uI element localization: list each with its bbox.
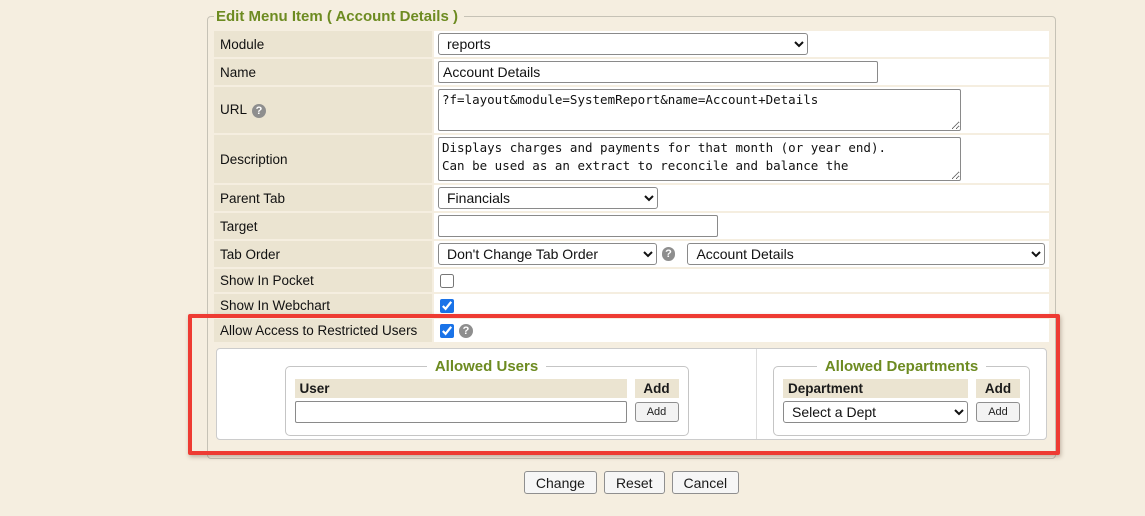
department-column-header: Department (783, 379, 968, 398)
allowed-departments-fieldset: Allowed Departments Department Add Selec… (773, 358, 1030, 436)
module-label: Module (214, 31, 432, 57)
tab-order-label: Tab Order (214, 241, 432, 267)
target-field[interactable] (438, 215, 718, 237)
allow-restricted-checkbox[interactable] (440, 324, 454, 338)
allow-restricted-help-icon[interactable]: ? (459, 324, 473, 338)
description-field[interactable]: Displays charges and payments for that m… (438, 137, 961, 181)
department-add-column-header: Add (976, 379, 1020, 398)
tab-order-select[interactable]: Don't Change Tab Order (438, 243, 657, 265)
allowed-users-input-row: Add (295, 401, 679, 423)
url-field[interactable]: ?f=layout&module=SystemReport&name=Accou… (438, 89, 961, 131)
user-search-field[interactable] (295, 401, 627, 423)
name-field[interactable] (438, 61, 878, 83)
allowed-departments-input-row: Select a Dept Add (783, 401, 1020, 423)
cancel-button[interactable]: Cancel (672, 471, 740, 494)
target-row: Target (214, 213, 1049, 239)
allow-restricted-label: Allow Access to Restricted Users (214, 319, 432, 342)
url-row: URL? ?f=layout&module=SystemReport&name=… (214, 87, 1049, 133)
allowed-access-row: Allowed Users User Add Add (214, 344, 1049, 442)
tab-order-help-icon[interactable]: ? (662, 247, 676, 261)
parent-tab-label: Parent Tab (214, 185, 432, 211)
show-in-pocket-row: Show In Pocket (214, 269, 1049, 292)
allowed-departments-cell: Allowed Departments Department Add Selec… (757, 349, 1046, 439)
module-row: Module reports (214, 31, 1049, 57)
url-label: URL (220, 102, 247, 117)
add-department-button[interactable]: Add (976, 402, 1020, 422)
change-button[interactable]: Change (524, 471, 597, 494)
allowed-users-fieldset: Allowed Users User Add Add (285, 358, 689, 436)
allowed-access-container: Allowed Users User Add Add (216, 348, 1047, 440)
target-label: Target (214, 213, 432, 239)
parent-tab-select[interactable]: Financials (438, 187, 658, 209)
edit-menu-item-fieldset: Edit Menu Item ( Account Details ) Modul… (207, 8, 1056, 459)
page-title: Edit Menu Item ( Account Details ) (214, 8, 464, 25)
parent-tab-row: Parent Tab Financials (214, 185, 1049, 211)
name-label: Name (214, 59, 432, 85)
add-user-button[interactable]: Add (635, 402, 679, 422)
allowed-users-title: Allowed Users (427, 358, 546, 375)
user-add-column-header: Add (635, 379, 679, 398)
tab-position-select[interactable]: Account Details (687, 243, 1045, 265)
allow-restricted-row: Allow Access to Restricted Users ? (214, 319, 1049, 342)
tab-order-row: Tab Order Don't Change Tab Order ? Accou… (214, 241, 1049, 267)
module-select[interactable]: reports (438, 33, 808, 55)
show-in-pocket-checkbox[interactable] (440, 274, 454, 288)
edit-menu-item-panel: Edit Menu Item ( Account Details ) Modul… (207, 8, 1056, 494)
description-row: Description Displays charges and payment… (214, 135, 1049, 183)
allowed-users-header: User Add (295, 379, 679, 398)
show-in-webchart-label: Show In Webchart (214, 294, 432, 317)
form-actions: Change Reset Cancel (207, 471, 1056, 494)
show-in-pocket-label: Show In Pocket (214, 269, 432, 292)
show-in-webchart-checkbox[interactable] (440, 299, 454, 313)
reset-button[interactable]: Reset (604, 471, 665, 494)
allowed-departments-header: Department Add (783, 379, 1020, 398)
show-in-webchart-row: Show In Webchart (214, 294, 1049, 317)
url-label-cell: URL? (214, 87, 432, 133)
description-label: Description (214, 135, 432, 183)
department-select[interactable]: Select a Dept (783, 401, 968, 423)
user-column-header: User (295, 379, 627, 398)
url-help-icon[interactable]: ? (252, 104, 266, 118)
allowed-users-cell: Allowed Users User Add Add (217, 349, 757, 439)
edit-menu-item-form: Module reports Name URL? ?f=layout (212, 29, 1051, 444)
allowed-departments-title: Allowed Departments (817, 358, 986, 375)
name-row: Name (214, 59, 1049, 85)
